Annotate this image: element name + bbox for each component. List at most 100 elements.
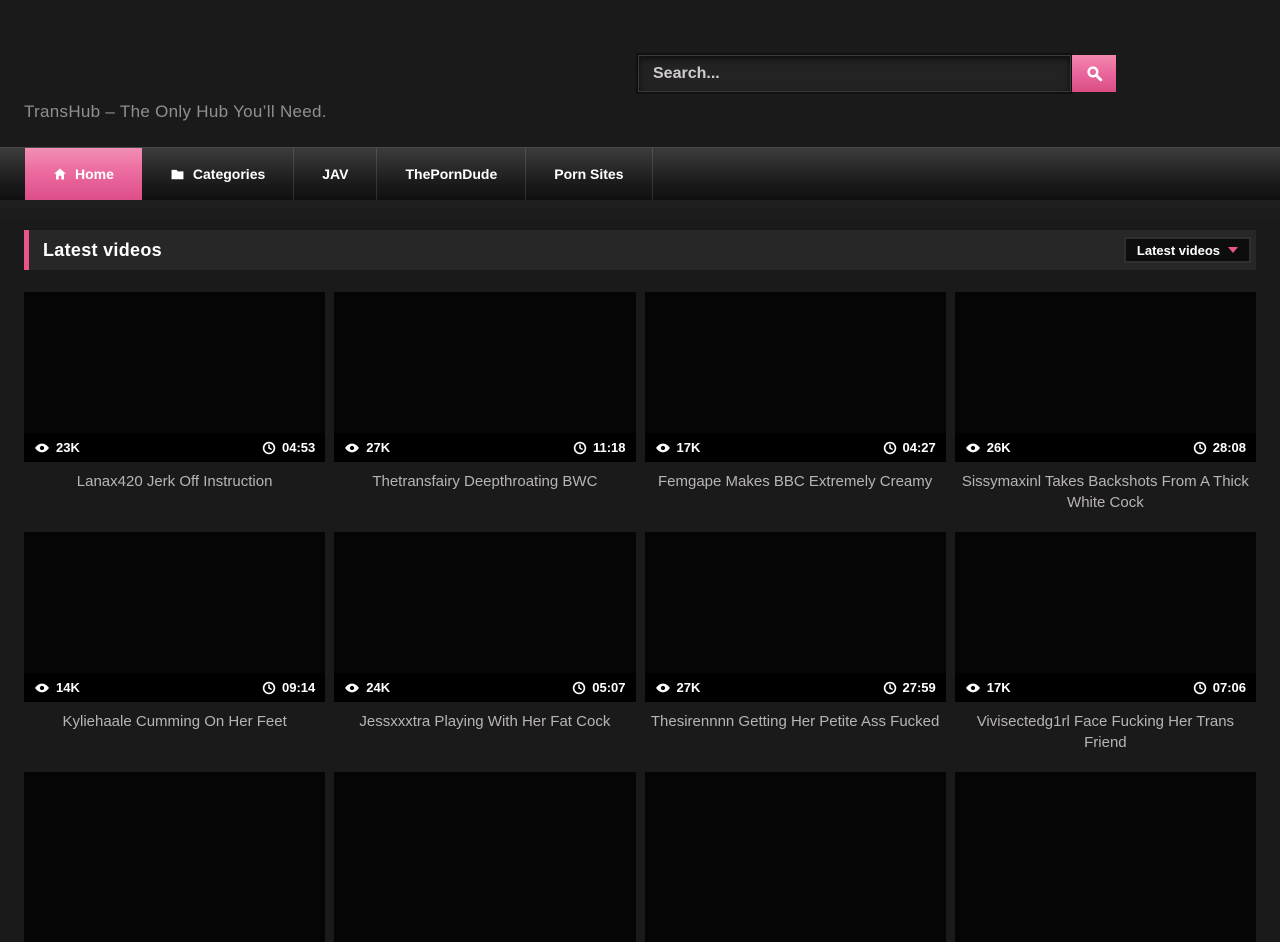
latest-videos-section-header: Latest videos Latest videos [24, 230, 1256, 270]
views-stat: 17K [655, 440, 701, 456]
main-navigation: Home Categories JAV ThePornDude Porn Sit… [0, 147, 1280, 200]
eye-icon [965, 680, 981, 696]
clock-icon [572, 681, 586, 695]
video-card: 14K 09:14 Kyliehaale Cumming On Her Feet [24, 532, 325, 772]
search-input[interactable] [638, 55, 1071, 92]
clock-icon [883, 441, 897, 455]
eye-icon [34, 680, 50, 696]
video-stats-bar: 26K 28:08 [955, 433, 1256, 462]
nav-item-label: Home [75, 166, 114, 182]
video-title[interactable]: Thesirennnn Getting Her Petite Ass Fucke… [645, 711, 946, 732]
sort-dropdown[interactable]: Latest videos [1124, 237, 1251, 263]
views-stat: 17K [965, 680, 1011, 696]
navbar-filler [653, 148, 1280, 200]
duration-stat: 27:59 [883, 680, 936, 695]
video-stats-bar: 14K 09:14 [24, 673, 325, 702]
video-title[interactable]: Femgape Makes BBC Extremely Creamy [645, 471, 946, 492]
video-stats-bar: 17K 04:27 [645, 433, 946, 462]
video-card-partial [24, 772, 325, 942]
clock-icon [262, 681, 276, 695]
eye-icon [344, 680, 360, 696]
search-button[interactable] [1072, 55, 1116, 92]
nav-item-categories[interactable]: Categories [142, 148, 294, 200]
video-stats-bar: 23K 04:53 [24, 433, 325, 462]
video-thumbnail[interactable]: 17K 04:27 [645, 292, 946, 462]
video-thumbnail[interactable] [24, 772, 325, 942]
home-icon [53, 167, 67, 181]
video-thumbnail[interactable]: 24K 05:07 [334, 532, 635, 702]
navbar-lower-strip [0, 200, 1280, 230]
nav-item-home[interactable]: Home [25, 148, 142, 200]
duration-stat: 28:08 [1193, 440, 1246, 455]
video-thumbnail[interactable] [645, 772, 946, 942]
views-count: 26K [987, 440, 1011, 455]
video-card: 17K 04:27 Femgape Makes BBC Extremely Cr… [645, 292, 946, 532]
eye-icon [655, 680, 671, 696]
video-stats-bar: 27K 11:18 [334, 433, 635, 462]
views-count: 14K [56, 680, 80, 695]
video-thumbnail[interactable]: 27K 27:59 [645, 532, 946, 702]
video-card: 26K 28:08 Sissymaxinl Takes Backshots Fr… [955, 292, 1256, 532]
video-stats-bar: 24K 05:07 [334, 673, 635, 702]
duration-value: 04:53 [282, 440, 315, 455]
video-stats-bar: 17K 07:06 [955, 673, 1256, 702]
views-count: 17K [677, 440, 701, 455]
nav-item-theporndude[interactable]: ThePornDude [377, 148, 526, 200]
video-thumbnail[interactable]: 17K 07:06 [955, 532, 1256, 702]
section-title: Latest videos [43, 240, 162, 261]
video-title[interactable]: Kyliehaale Cumming On Her Feet [24, 711, 325, 732]
clock-icon [573, 441, 587, 455]
duration-stat: 05:07 [572, 680, 625, 695]
duration-value: 11:18 [593, 440, 626, 455]
video-card: 17K 07:06 Vivisectedg1rl Face Fucking He… [955, 532, 1256, 772]
sort-dropdown-label: Latest videos [1137, 243, 1220, 258]
video-thumbnail[interactable]: 14K 09:14 [24, 532, 325, 702]
duration-stat: 09:14 [262, 680, 315, 695]
video-thumbnail[interactable] [955, 772, 1256, 942]
video-card-partial [955, 772, 1256, 942]
folder-icon [170, 167, 185, 182]
video-title[interactable]: Vivisectedg1rl Face Fucking Her Trans Fr… [955, 711, 1256, 753]
video-thumbnail[interactable]: 27K 11:18 [334, 292, 635, 462]
nav-item-jav[interactable]: JAV [294, 148, 377, 200]
video-thumbnail[interactable] [334, 772, 635, 942]
views-stat: 23K [34, 440, 80, 456]
nav-item-label: ThePornDude [405, 166, 497, 182]
video-card-partial [645, 772, 946, 942]
search-icon [1085, 64, 1104, 83]
nav-item-label: JAV [322, 166, 348, 182]
video-title[interactable]: Lanax420 Jerk Off Instruction [24, 471, 325, 492]
nav-item-porn-sites[interactable]: Porn Sites [526, 148, 652, 200]
video-title[interactable]: Thetransfairy Deepthroating BWC [334, 471, 635, 492]
views-stat: 26K [965, 440, 1011, 456]
views-stat: 14K [34, 680, 80, 696]
views-count: 27K [366, 440, 390, 455]
nav-item-label: Categories [193, 166, 265, 182]
video-card-partial [334, 772, 635, 942]
duration-value: 28:08 [1213, 440, 1246, 455]
clock-icon [262, 441, 276, 455]
duration-stat: 07:06 [1193, 680, 1246, 695]
duration-stat: 11:18 [573, 440, 626, 455]
nav-item-label: Porn Sites [554, 166, 623, 182]
video-title[interactable]: Sissymaxinl Takes Backshots From A Thick… [955, 471, 1256, 513]
site-header: TransHub – The Only Hub You’ll Need. [0, 0, 1280, 147]
eye-icon [34, 440, 50, 456]
video-card: 23K 04:53 Lanax420 Jerk Off Instruction [24, 292, 325, 532]
chevron-down-icon [1228, 247, 1238, 253]
eye-icon [965, 440, 981, 456]
duration-value: 07:06 [1213, 680, 1246, 695]
duration-value: 09:14 [282, 680, 315, 695]
video-title[interactable]: Jessxxxtra Playing With Her Fat Cock [334, 711, 635, 732]
video-card: 27K 27:59 Thesirennnn Getting Her Petite… [645, 532, 946, 772]
views-count: 23K [56, 440, 80, 455]
site-tagline: TransHub – The Only Hub You’ll Need. [24, 102, 327, 122]
video-thumbnail[interactable]: 23K 04:53 [24, 292, 325, 462]
views-count: 24K [366, 680, 390, 695]
search-form [638, 55, 1116, 92]
duration-value: 05:07 [592, 680, 625, 695]
video-thumbnail[interactable]: 26K 28:08 [955, 292, 1256, 462]
views-count: 27K [677, 680, 701, 695]
video-stats-bar: 27K 27:59 [645, 673, 946, 702]
views-count: 17K [987, 680, 1011, 695]
